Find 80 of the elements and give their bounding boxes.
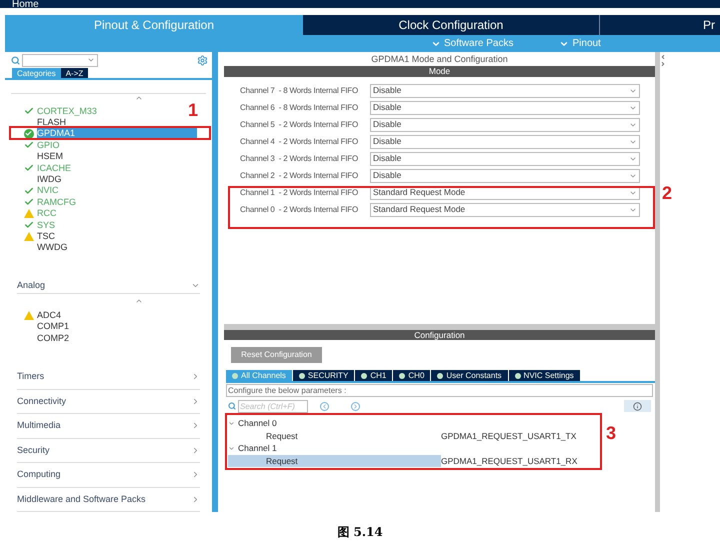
chevron-right-icon <box>191 470 200 480</box>
channel-label: Channel 3 - 2 Words Internal FIFO <box>240 152 359 164</box>
tree-node[interactable]: Channel 1 <box>228 442 655 454</box>
search-icon <box>11 56 20 65</box>
mode-dropdown[interactable]: Disable <box>370 100 640 114</box>
check-circle-icon <box>24 128 34 139</box>
check-icon <box>24 186 34 196</box>
channel-label: Channel 6 - 8 Words Internal FIFO <box>240 102 359 114</box>
peripheral-item[interactable]: IWDG <box>37 174 62 186</box>
category-row[interactable]: Security <box>17 438 200 463</box>
parameter-value[interactable]: GPDMA1_REQUEST_USART1_RX <box>441 454 578 467</box>
check-icon <box>24 163 34 174</box>
annotation-number: 3 <box>606 424 616 442</box>
chevron-right-icon <box>191 372 200 382</box>
main-tab[interactable]: Clock Configuration <box>303 15 600 35</box>
annotation-number: 2 <box>662 184 672 202</box>
mode-dropdown[interactable]: Disable <box>370 168 640 182</box>
config-tab[interactable]: CH0 <box>393 370 432 381</box>
section-header: Mode <box>224 66 655 77</box>
config-tab[interactable]: SECURITY <box>292 370 356 381</box>
search-dropdown[interactable] <box>22 54 98 67</box>
section-header: Configuration <box>224 330 655 340</box>
hint-text: Configure the below parameters : <box>226 384 653 397</box>
warning-icon <box>24 232 34 241</box>
peripheral-item[interactable]: COMP2 <box>37 334 70 343</box>
search-field[interactable]: Search (Ctrl+F) <box>238 400 308 412</box>
chevron-right-icon <box>191 421 200 430</box>
mode-dropdown[interactable]: Disable <box>370 152 640 166</box>
chevron-right-icon <box>191 494 200 504</box>
chevron-right-icon <box>191 396 200 406</box>
peripheral-item[interactable]: COMP1 <box>37 322 70 332</box>
category-row[interactable]: Middleware and Software Packs <box>17 488 200 512</box>
config-tab[interactable]: NVIC Settings <box>508 370 581 381</box>
check-icon <box>24 197 34 208</box>
check-icon <box>24 140 34 150</box>
info-icon <box>633 402 642 410</box>
config-tab[interactable]: CH1 <box>355 370 394 381</box>
channel-label: Channel 1 - 2 Words Internal FIFO <box>240 186 359 198</box>
check-icon <box>24 220 34 230</box>
category-row[interactable]: Timers <box>17 365 200 390</box>
warning-icon <box>24 310 34 320</box>
previous-icon[interactable] <box>320 402 329 410</box>
main-tab[interactable]: Pr <box>600 15 720 35</box>
parameter-name[interactable]: Request <box>228 454 441 467</box>
peripheral-item[interactable]: FLASH <box>37 117 66 128</box>
config-tab[interactable]: User Constants <box>431 370 509 381</box>
channel-label: Channel 7 - 8 Words Internal FIFO <box>240 84 359 96</box>
chevron-right-icon <box>191 446 200 455</box>
parameter-name[interactable]: Request <box>228 430 441 442</box>
mode-dropdown[interactable]: Standard Request Mode <box>370 202 640 216</box>
channel-label: Channel 2 - 2 Words Internal FIFO <box>240 170 359 182</box>
settings-icon[interactable] <box>197 54 208 66</box>
breadcrumb-link[interactable]: Home <box>12 0 39 8</box>
peripheral-item[interactable]: ADC4 <box>37 310 62 320</box>
category-row[interactable]: Connectivity <box>17 390 200 414</box>
search-icon <box>228 402 236 410</box>
expand-icon[interactable] <box>660 61 666 67</box>
info-button[interactable] <box>624 400 651 412</box>
view-tab[interactable]: A->Z <box>60 68 88 78</box>
figure-caption: 图 5.14 <box>337 524 383 541</box>
channel-label: Channel 0 - 2 Words Internal FIFO <box>240 204 359 216</box>
parameter-value[interactable]: GPDMA1_REQUEST_USART1_TX <box>441 430 576 442</box>
collapse-icon[interactable] <box>660 54 666 60</box>
channel-label: Channel 5 - 2 Words Internal FIFO <box>240 118 359 130</box>
peripheral-item[interactable]: TSC <box>37 230 55 242</box>
category-row[interactable]: Computing <box>17 463 200 488</box>
check-icon <box>24 106 34 116</box>
warning-icon <box>24 209 34 218</box>
annotation-number: 1 <box>188 101 198 119</box>
next-icon[interactable] <box>351 402 360 410</box>
category-row[interactable]: Analog <box>17 278 200 294</box>
mode-dropdown[interactable]: Disable <box>370 118 640 132</box>
chevron-down-icon <box>228 420 235 427</box>
mode-dropdown[interactable]: Disable <box>370 84 640 98</box>
chevron-down-icon <box>228 444 235 452</box>
channel-label: Channel 4 - 2 Words Internal FIFO <box>240 136 359 148</box>
peripheral-item[interactable]: WWDG <box>37 242 68 254</box>
mode-dropdown[interactable]: Disable <box>370 134 640 148</box>
category-row[interactable]: Multimedia <box>17 414 200 438</box>
peripheral-item[interactable]: HSEM <box>37 151 64 162</box>
